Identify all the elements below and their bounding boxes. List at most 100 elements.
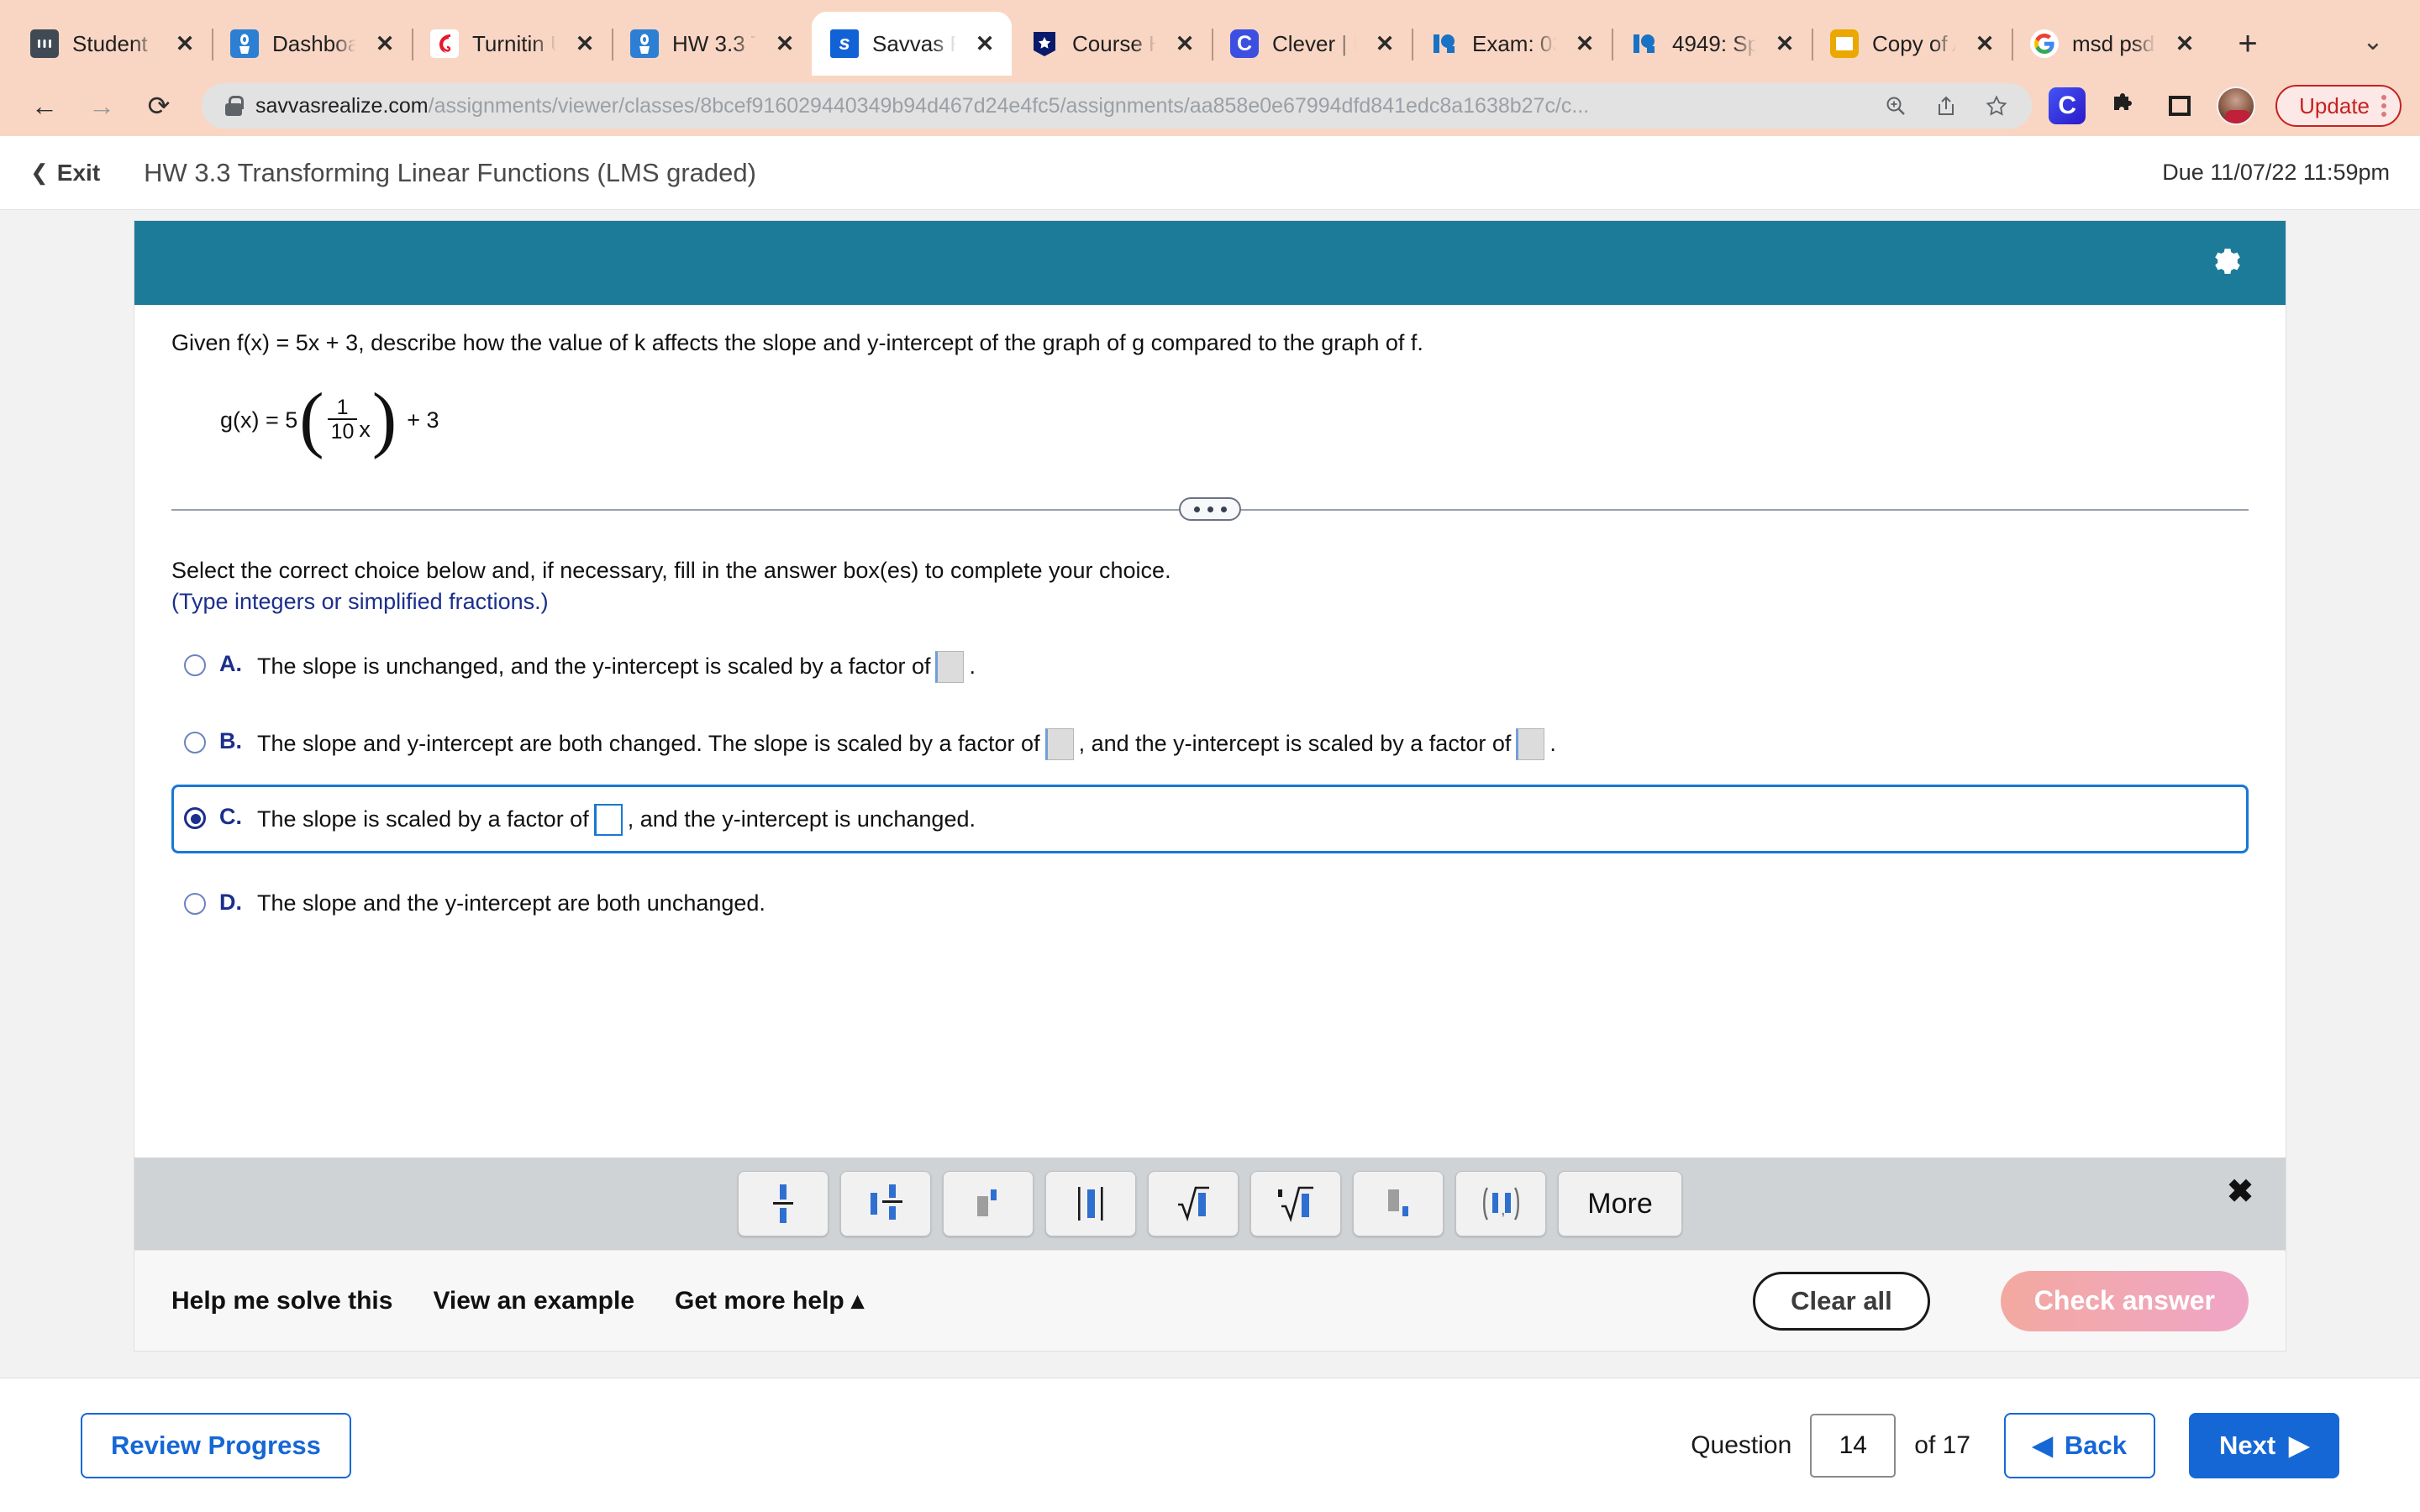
new-tab-button[interactable]: + <box>2223 19 2272 68</box>
address-bar[interactable]: savvasrealize.com/assignments/viewer/cla… <box>202 83 2033 129</box>
exit-label: Exit <box>56 159 101 186</box>
answer-box-c1[interactable] <box>593 804 623 836</box>
close-icon[interactable]: ✕ <box>2170 29 2200 59</box>
choice-b-text: The slope and y-intercept are both chang… <box>257 728 1556 760</box>
browser-tab-1[interactable]: Dashboar ✕ <box>212 12 412 76</box>
subscript-button[interactable] <box>1353 1171 1444 1236</box>
browser-tab-10[interactable]: msd psd s ✕ <box>2012 12 2212 76</box>
exit-button[interactable]: ❮ Exit <box>30 160 100 186</box>
choice-b[interactable]: B. The slope and y-intercept are both ch… <box>171 717 2249 769</box>
radio-d[interactable] <box>184 893 206 915</box>
close-paren: ) <box>371 379 397 461</box>
choice-a-text: The slope is unchanged, and the y-interc… <box>257 651 976 683</box>
back-icon[interactable]: ← <box>18 80 71 132</box>
close-icon[interactable]: ✖ <box>2227 1173 2254 1210</box>
answer-box-b2[interactable] <box>1516 728 1545 760</box>
more-button[interactable]: More <box>1558 1171 1682 1236</box>
check-answer-button[interactable]: Check answer <box>2000 1270 2249 1331</box>
browser-menu-icon[interactable] <box>2381 95 2386 117</box>
close-icon[interactable]: ✕ <box>1370 29 1400 59</box>
extensions-icon[interactable] <box>2102 86 2143 126</box>
star-icon[interactable] <box>1978 87 2015 124</box>
close-icon[interactable]: ✕ <box>570 29 600 59</box>
square-root-button[interactable] <box>1148 1171 1239 1236</box>
expand-divider[interactable] <box>171 492 2249 526</box>
review-progress-button[interactable]: Review Progress <box>81 1412 351 1478</box>
docs-icon <box>1830 29 1859 58</box>
close-icon[interactable]: ✕ <box>1570 29 1600 59</box>
radio-a[interactable] <box>184 654 206 676</box>
choice-d[interactable]: D. The slope and the y-intercept are bot… <box>171 879 2249 927</box>
browser-tab-6[interactable]: C Clever | P ✕ <box>1212 12 1412 76</box>
lock-icon <box>225 96 244 116</box>
browser-tab-9[interactable]: Copy of A ✕ <box>1812 12 2012 76</box>
expand-dots-icon[interactable] <box>1179 497 1241 521</box>
radio-c[interactable] <box>184 807 206 829</box>
tab-divider <box>1612 29 1613 60</box>
close-icon[interactable]: ✕ <box>1170 29 1200 59</box>
get-more-help-button[interactable]: Get more help ▴ <box>675 1286 864 1315</box>
close-icon[interactable]: ✕ <box>370 29 400 59</box>
browser-tab-5[interactable]: Course H ✕ <box>1012 12 1212 76</box>
radio-b[interactable] <box>184 732 206 753</box>
forward-icon[interactable]: → <box>76 80 128 132</box>
tab-title: 4949: Spa <box>1672 30 1756 56</box>
back-button[interactable]: ◀ Back <box>2004 1412 2155 1478</box>
fraction-group: 1 10 x <box>326 396 371 444</box>
browser-tab-0[interactable]: Student ✕ <box>12 12 212 76</box>
close-icon[interactable]: ✕ <box>970 29 1000 59</box>
tab-title: msd psd s <box>2072 30 2156 56</box>
tab-title: HW 3.3 Tr <box>672 30 756 56</box>
absolute-value-button[interactable] <box>1045 1171 1136 1236</box>
view-an-example-button[interactable]: View an example <box>433 1287 634 1315</box>
app-header: ❮ Exit HW 3.3 Transforming Linear Functi… <box>0 136 2420 210</box>
nth-root-button[interactable] <box>1250 1171 1341 1236</box>
choice-c[interactable]: C. The slope is scaled by a factor of , … <box>171 785 2249 853</box>
question-stem: Given f(x) = 5x + 3, describe how the va… <box>171 330 1423 355</box>
fraction-button[interactable] <box>738 1171 829 1236</box>
avatar[interactable] <box>2217 87 2256 125</box>
close-icon[interactable]: ✕ <box>1970 29 2000 59</box>
choice-a[interactable]: A. The slope is unchanged, and the y-int… <box>171 640 2249 692</box>
page-body: Given f(x) = 5x + 3, describe how the va… <box>0 210 2420 1512</box>
answer-box-a1[interactable] <box>935 651 965 683</box>
close-icon[interactable]: ✕ <box>170 29 200 59</box>
choice-a-label: A. <box>219 651 242 676</box>
browser-tab-4[interactable]: s Savvas Re ✕ <box>812 12 1012 76</box>
tab-divider <box>1412 29 1413 60</box>
close-icon[interactable]: ✕ <box>1770 29 1800 59</box>
exponent-button[interactable] <box>943 1171 1034 1236</box>
fraction-numerator: 1 <box>336 395 349 419</box>
tab-title: Clever | P <box>1272 30 1356 56</box>
browser-tab-8[interactable]: 4949: Spa ✕ <box>1612 12 1812 76</box>
math-palette: , More ✖ <box>134 1158 2286 1250</box>
question-total: of 17 <box>1914 1431 1970 1459</box>
update-button[interactable]: Update <box>2275 85 2402 127</box>
reload-icon[interactable]: ⟳ <box>133 80 185 132</box>
next-button[interactable]: Next ▶ <box>2188 1412 2339 1478</box>
clear-all-button[interactable]: Clear all <box>1753 1271 1930 1331</box>
zoom-icon[interactable] <box>1877 87 1914 124</box>
browser-tab-3[interactable]: HW 3.3 Tr ✕ <box>612 12 812 76</box>
mixed-number-button[interactable] <box>840 1171 931 1236</box>
browser-tab-7[interactable]: Exam: 03. ✕ <box>1412 12 1612 76</box>
google-icon <box>2030 29 2059 58</box>
choice-d-part-0: The slope and the y-intercept are both u… <box>257 890 765 916</box>
question-number-input[interactable]: 14 <box>1810 1413 1897 1478</box>
clever-extension-icon[interactable]: C <box>2049 87 2086 124</box>
dashboard-icon <box>230 29 259 58</box>
tab-divider <box>412 29 413 60</box>
interval-button[interactable]: , <box>1455 1171 1546 1236</box>
question-card: Given f(x) = 5x + 3, describe how the va… <box>134 221 2286 1351</box>
tab-title: Copy of A <box>1872 30 1956 56</box>
choice-d-label: D. <box>219 890 242 915</box>
gear-icon[interactable] <box>2208 244 2247 282</box>
help-me-solve-this-button[interactable]: Help me solve this <box>171 1287 392 1315</box>
sidepanel-icon[interactable] <box>2160 86 2200 126</box>
browser-tab-2[interactable]: Turnitin U ✕ <box>412 12 612 76</box>
answer-box-b1[interactable] <box>1044 728 1074 760</box>
close-icon[interactable]: ✕ <box>770 29 800 59</box>
share-icon[interactable] <box>1928 87 1965 124</box>
choice-c-label: C. <box>219 804 242 829</box>
chevron-down-icon[interactable]: ⌄ <box>2348 17 2398 66</box>
